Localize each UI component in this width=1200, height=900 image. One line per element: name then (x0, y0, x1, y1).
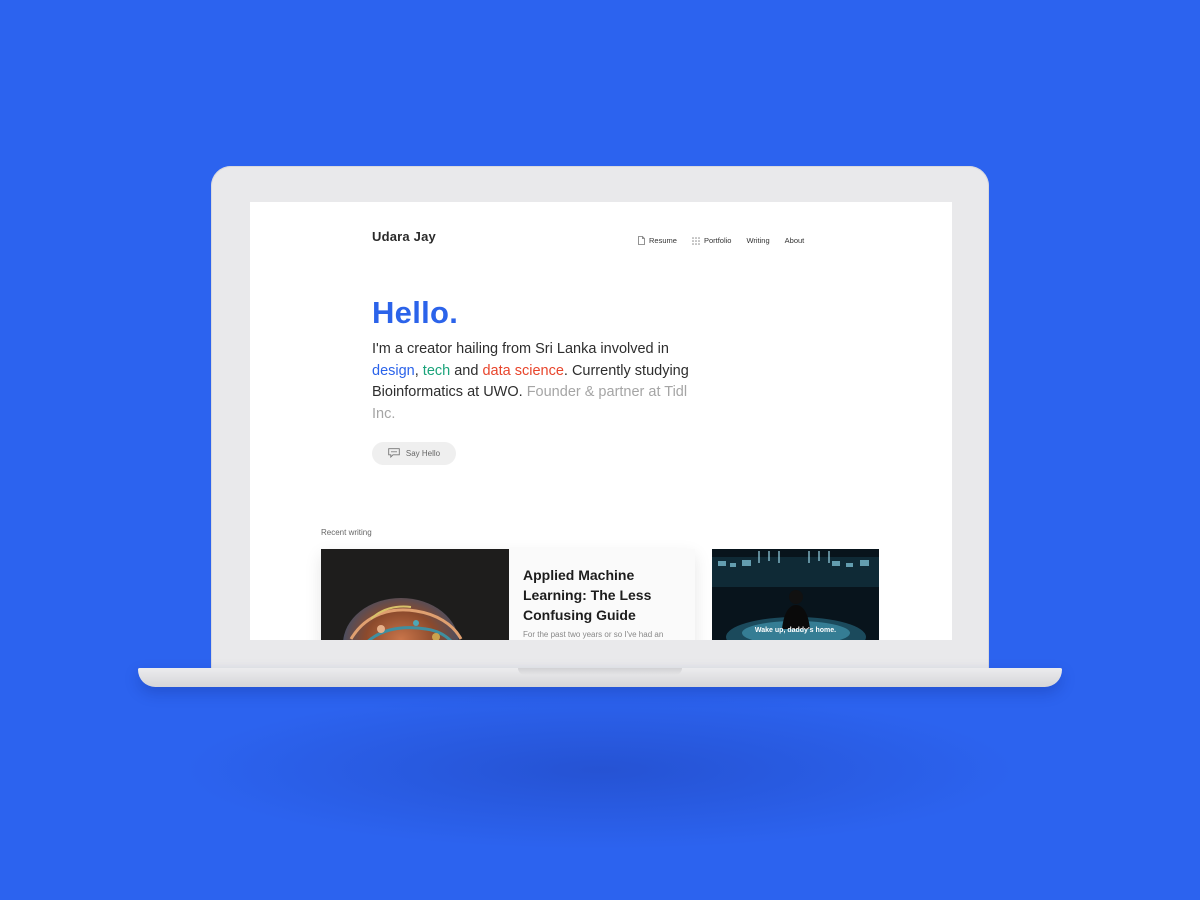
laptop-notch (518, 668, 682, 675)
nav-resume-label: Resume (649, 236, 677, 245)
post-card-image[interactable]: Wake up, daddy's home. (712, 549, 879, 640)
grid-icon (692, 236, 700, 245)
laptop-shadow (180, 690, 1020, 850)
say-hello-label: Say Hello (405, 449, 441, 458)
post-title[interactable]: Applied Machine Learning: The Less Confu… (523, 565, 673, 625)
hero-heading: Hello. (372, 295, 459, 330)
nav-about[interactable]: About (785, 236, 805, 245)
post-card[interactable]: Applied Machine Learning: The Less Confu… (321, 549, 695, 640)
hero-intro: I'm a creator hailing from Sri Lanka inv… (372, 339, 712, 425)
nav-writing-label: Writing (746, 236, 770, 245)
document-icon (638, 236, 645, 245)
say-hello-button[interactable]: Say Hello (372, 442, 456, 465)
highlight-tech: tech (422, 362, 451, 379)
nav-portfolio-label: Portfolio (703, 236, 732, 245)
highlight-design: design (372, 362, 415, 379)
nav-resume[interactable]: Resume (638, 236, 677, 245)
highlight-data-science: data science (482, 362, 564, 379)
nav-writing[interactable]: Writing (746, 236, 769, 245)
nav-portfolio[interactable]: Portfolio (692, 236, 732, 245)
main-nav: Resume Portfolio Writing About (638, 236, 804, 245)
recent-writing-label: Recent writing (321, 528, 372, 537)
image-caption: Wake up, daddy's home. (754, 627, 837, 634)
post-thumbnail (321, 549, 509, 640)
intro-comma: , (414, 362, 419, 379)
nav-about-label: About (784, 236, 805, 245)
intro-prefix: I'm a creator hailing from Sri Lanka inv… (372, 341, 669, 357)
post-excerpt: For the past two years or so I've had an (523, 630, 664, 639)
chat-icon (388, 447, 400, 460)
site-brand[interactable]: Udara Jay (372, 229, 436, 244)
laptop-screen: Udara Jay Resume Portfolio Writing About… (250, 202, 952, 640)
intro-and: and (450, 362, 483, 379)
